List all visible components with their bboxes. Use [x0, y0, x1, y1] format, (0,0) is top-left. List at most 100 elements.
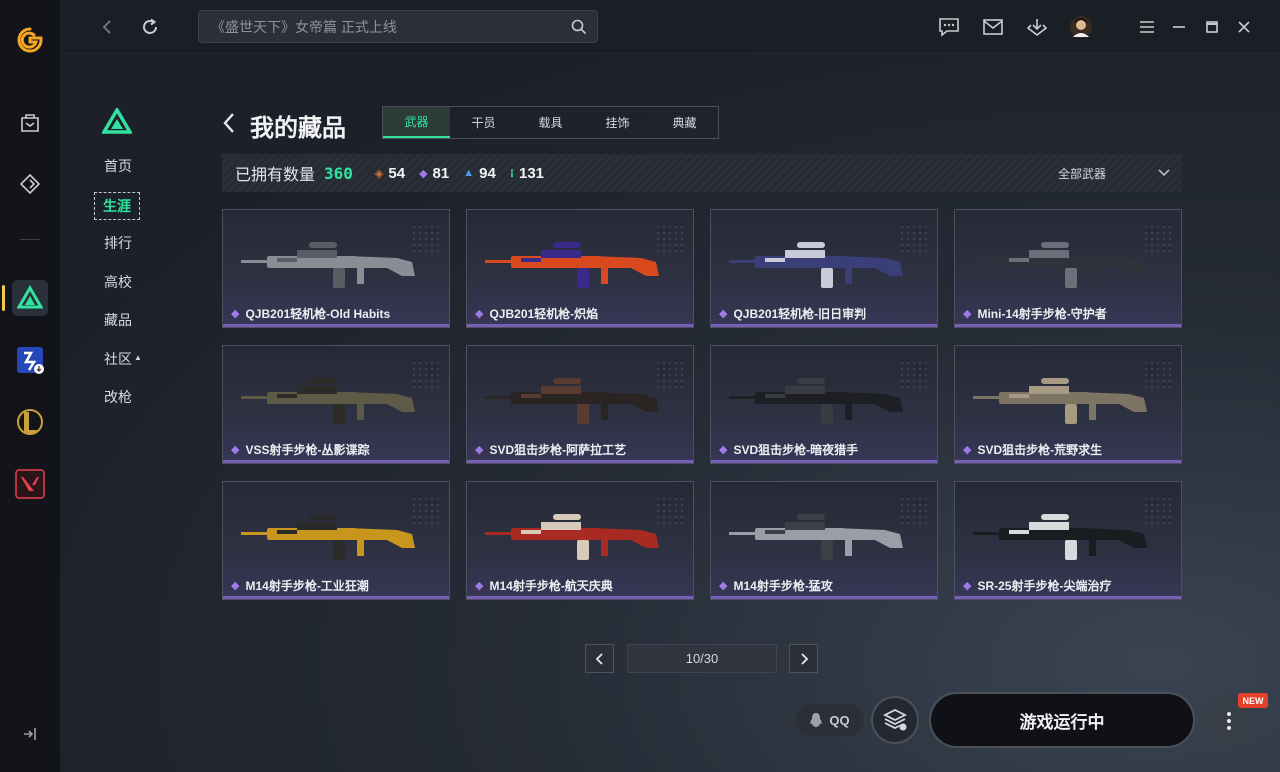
- tab-collectibles[interactable]: 典藏: [651, 107, 718, 138]
- weapon-name: ◆ QJB201轻机枪-Old Habits: [231, 305, 390, 322]
- weapon-name: ◆ SVD狙击步枪-荒野求生: [963, 441, 1102, 458]
- collapse-sidebar-icon[interactable]: [12, 716, 48, 752]
- weapon-name-text: SVD狙击步枪-荒野求生: [977, 443, 1103, 457]
- weapon-name: ◆ M14射手步枪-猛攻: [719, 577, 833, 594]
- weapon-image: [973, 514, 1147, 560]
- download-icon[interactable]: [1024, 14, 1050, 40]
- weapon-name: ◆ QJB201轻机枪-炽焰: [475, 305, 598, 322]
- page-indicator: 10/30: [627, 644, 777, 673]
- weapon-filter-label: 全部武器: [1057, 166, 1106, 181]
- weapon-name-text: SVD狙击步枪-阿萨拉工艺: [489, 443, 627, 457]
- weapon-name-text: M14射手步枪-猛攻: [733, 579, 833, 593]
- chevron-down-icon: [1158, 169, 1170, 177]
- tab-weapons[interactable]: 武器: [383, 107, 450, 138]
- weapon-image: [729, 514, 903, 560]
- page-title: 我的藏品: [250, 115, 346, 142]
- menu-icon[interactable]: [1134, 14, 1160, 40]
- app-logo-icon[interactable]: [12, 22, 48, 58]
- weapon-filter-dropdown[interactable]: 全部武器: [1058, 154, 1170, 192]
- tab-charms[interactable]: 挂饰: [584, 107, 651, 138]
- minimize-icon[interactable]: [1166, 14, 1192, 40]
- search-icon[interactable]: [571, 19, 587, 35]
- weapon-image: [729, 378, 903, 424]
- rarity-count-purple: ◆ 81: [419, 165, 449, 182]
- blue-triangle-icon: ▲: [463, 167, 475, 179]
- weapon-image: [485, 242, 659, 288]
- weapon-image: [241, 378, 415, 424]
- weapon-card[interactable]: ◆ QJB201轻机枪-Old Habits: [222, 209, 450, 328]
- weapon-image: [241, 242, 415, 288]
- purple-diamond-icon: ◆: [719, 444, 728, 456]
- purple-diamond-icon: ◆: [419, 167, 428, 180]
- tab-operators[interactable]: 干员: [450, 107, 517, 138]
- purple-diamond-icon: ◆: [963, 444, 972, 456]
- weapon-card[interactable]: ◆ Mini-14射手步枪-守护者: [954, 209, 1182, 328]
- green-dots-icon: ⁝: [509, 167, 514, 180]
- purple-diamond-icon: ◆: [231, 580, 240, 592]
- purple-diamond-icon: ◆: [475, 580, 484, 592]
- weapon-card[interactable]: ◆ SR-25射手步枪-尖端治疗: [954, 481, 1182, 600]
- weapon-card[interactable]: ◆ SVD狙击步枪-荒野求生: [954, 345, 1182, 464]
- search-bar[interactable]: [198, 10, 598, 43]
- subnav-item-community[interactable]: 社区 ▲: [104, 349, 142, 369]
- ownership-stats-bar: 已拥有数量 360 ◈ 54 ◆ 81 ▲ 94 ⁝ 131 全部武器: [222, 154, 1182, 192]
- weapon-name-text: QJB201轻机枪-旧日审判: [733, 307, 867, 321]
- refresh-button[interactable]: [137, 14, 163, 40]
- prev-page-button[interactable]: [585, 644, 614, 673]
- new-badge: NEW: [1238, 693, 1268, 708]
- weapon-card[interactable]: ◆ SVD狙击步枪-阿萨拉工艺: [466, 345, 694, 464]
- mail-icon[interactable]: [980, 14, 1006, 40]
- rarity-count-green: ⁝ 131: [510, 165, 544, 182]
- orange-diamond-icon: ◈: [374, 167, 384, 180]
- store-bag-icon[interactable]: [12, 104, 48, 140]
- weapon-card[interactable]: ◆ M14射手步枪-猛攻: [710, 481, 938, 600]
- avatar[interactable]: [1068, 14, 1094, 40]
- subnav-item-collection[interactable]: 藏品: [104, 310, 132, 330]
- weapon-image: [241, 514, 415, 560]
- chat-icon[interactable]: [936, 14, 962, 40]
- subnav-item-ranking[interactable]: 排行: [104, 233, 132, 253]
- layers-button[interactable]: [871, 696, 919, 744]
- more-vertical-icon: [1227, 712, 1231, 730]
- weapon-name-text: SVD狙击步枪-暗夜猎手: [733, 443, 859, 457]
- rarity-count-value: 131: [519, 164, 545, 182]
- purple-diamond-icon: ◆: [231, 308, 240, 320]
- game-running-button[interactable]: 游戏运行中: [929, 692, 1195, 748]
- next-page-button[interactable]: [789, 644, 818, 673]
- close-icon[interactable]: [1231, 14, 1257, 40]
- weapon-image: [485, 514, 659, 560]
- weapon-card[interactable]: ◆ SVD狙击步枪-暗夜猎手: [710, 345, 938, 464]
- subnav-item-campus[interactable]: 高校: [104, 272, 132, 292]
- valorant-icon[interactable]: [12, 466, 48, 502]
- back-arrow-icon[interactable]: [222, 112, 236, 139]
- subnav-item-gunsmith[interactable]: 改枪: [104, 387, 132, 407]
- maximize-icon[interactable]: [1199, 14, 1225, 40]
- weapon-card[interactable]: ◆ M14射手步枪-工业狂潮: [222, 481, 450, 600]
- nav-back-button[interactable]: [94, 14, 120, 40]
- weapon-card[interactable]: ◆ VSS射手步枪-丛影谍踪: [222, 345, 450, 464]
- weapon-name: ◆ VSS射手步枪-丛影谍踪: [231, 441, 369, 458]
- arena-game-icon[interactable]: [12, 342, 48, 378]
- weapon-name: ◆ Mini-14射手步枪-守护者: [963, 305, 1107, 322]
- app-rail: [0, 0, 60, 772]
- rarity-count-blue: ▲ 94: [463, 165, 496, 182]
- delta-force-logo-icon: [100, 106, 134, 139]
- weapon-card[interactable]: ◆ M14射手步枪-航天庆典: [466, 481, 694, 600]
- search-input[interactable]: [209, 17, 571, 36]
- subnav-item-career[interactable]: 生涯: [94, 192, 140, 220]
- top-bar: [60, 0, 1280, 54]
- weapon-card[interactable]: ◆ QJB201轻机枪-旧日审判: [710, 209, 938, 328]
- weapon-card[interactable]: ◆ QJB201轻机枪-炽焰: [466, 209, 694, 328]
- weapon-image: [485, 378, 659, 424]
- tab-vehicles[interactable]: 载具: [517, 107, 584, 138]
- qq-button[interactable]: QQ: [795, 704, 864, 736]
- main-content: 首页 生涯 排行 高校 藏品 社区 ▲ 改枪 我的藏品 武器 干员 载具 挂饰 典…: [60, 54, 1280, 772]
- subnav-item-home[interactable]: 首页: [104, 156, 132, 176]
- game-library-icon[interactable]: [12, 166, 48, 202]
- league-of-legends-icon[interactable]: [12, 404, 48, 440]
- layers-icon: [882, 708, 908, 731]
- owned-total: 360: [324, 163, 353, 183]
- weapon-name-text: Mini-14射手步枪-守护者: [977, 307, 1107, 321]
- delta-force-game-icon[interactable]: [12, 280, 48, 316]
- weapon-image: [729, 242, 903, 288]
